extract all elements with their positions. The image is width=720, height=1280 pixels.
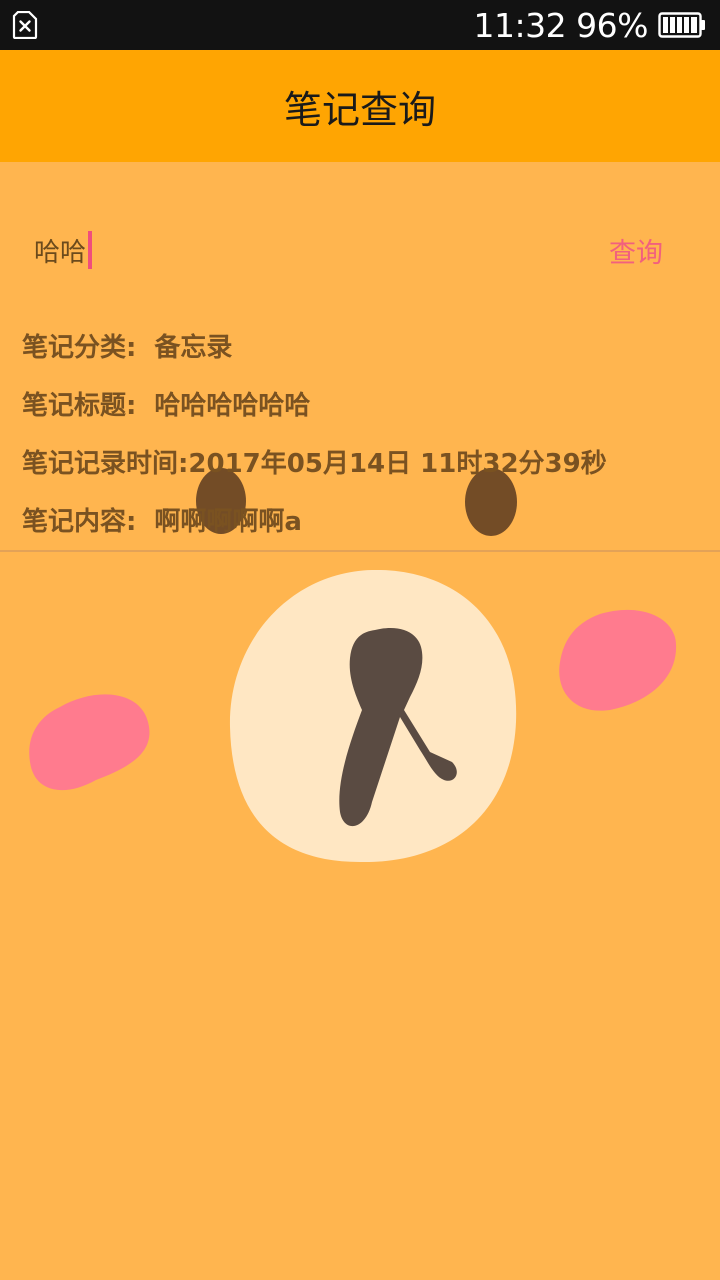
time-value: 2017年05月14日 11时32分39秒	[188, 448, 607, 479]
status-time: 11:32	[473, 5, 567, 45]
result-time-row: 笔记记录时间: 2017年05月14日 11时32分39秒	[22, 432, 702, 490]
battery-icon	[658, 12, 705, 38]
title-value: 哈哈哈哈哈哈	[154, 390, 311, 421]
time-label: 笔记记录时间:	[22, 448, 189, 479]
bear-left-cheek	[29, 694, 150, 791]
search-input-value: 哈哈	[34, 237, 87, 268]
result-title-row: 笔记标题: 哈哈哈哈哈哈	[22, 374, 702, 432]
content-label: 笔记内容:	[22, 506, 137, 537]
result-content-row: 笔记内容: 啊啊啊啊啊a	[22, 490, 702, 548]
category-label: 笔记分类:	[22, 332, 137, 363]
search-row: 哈哈 查询	[0, 220, 720, 280]
content-value: 啊啊啊啊啊a	[154, 506, 302, 537]
divider	[0, 550, 720, 552]
search-input[interactable]: 哈哈	[34, 230, 93, 270]
status-bar: 11:32 96%	[0, 0, 720, 50]
bear-right-cheek	[559, 609, 677, 711]
note-result: 笔记分类: 备忘录 笔记标题: 哈哈哈哈哈哈 笔记记录时间: 2017年05月1…	[22, 316, 702, 548]
title-label: 笔记标题:	[22, 390, 137, 421]
page-title: 笔记查询	[283, 87, 436, 132]
battery-percent: 96%	[576, 5, 648, 45]
text-caret	[88, 231, 93, 269]
category-value: 备忘录	[154, 332, 233, 363]
app-header: 笔记查询	[0, 50, 720, 162]
no-sim-icon	[12, 11, 38, 39]
search-button[interactable]: 查询	[596, 230, 676, 270]
result-category-row: 笔记分类: 备忘录	[22, 316, 702, 374]
